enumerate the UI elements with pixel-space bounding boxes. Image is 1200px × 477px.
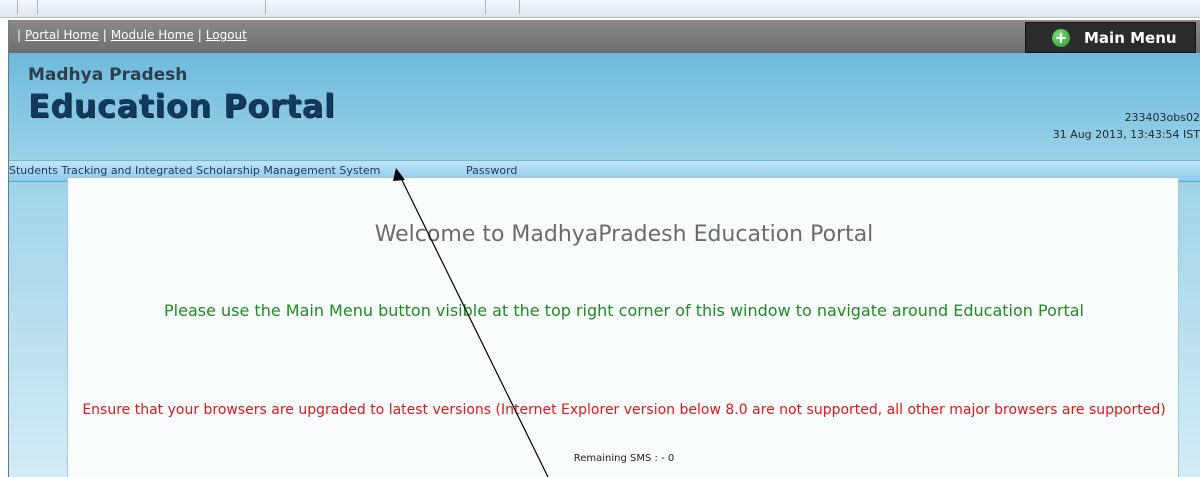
nav-separator: | [197, 28, 202, 42]
navigation-info-text: Please use the Main Menu button visible … [164, 301, 1084, 320]
main-menu-label: Main Menu [1084, 28, 1177, 47]
browser-tab-stub[interactable] [486, 0, 520, 14]
login-datetime: 31 Aug 2013, 13:43:54 IST [1052, 128, 1200, 141]
menu-item-password[interactable]: Password [466, 164, 517, 177]
remaining-sms: Remaining SMS : - 0 [573, 453, 675, 464]
user-info: 233403obs02 31 Aug 2013, 13:43:54 IST [1053, 109, 1200, 143]
main-menu-button[interactable]: Main Menu [1025, 22, 1196, 53]
portal-home-link[interactable]: Portal Home [25, 28, 99, 42]
browser-chrome [0, 0, 1200, 18]
menu-item-stism[interactable]: Students Tracking and Integrated Scholar… [9, 164, 380, 177]
browser-tab-stub[interactable] [266, 0, 486, 14]
browser-tab-stub[interactable] [18, 0, 38, 14]
user-id: 233403obs02 [1124, 111, 1200, 124]
portal-title: Education Portal [28, 87, 336, 125]
nav-separator: | [17, 28, 22, 42]
logout-link[interactable]: Logout [206, 28, 247, 42]
module-home-link[interactable]: Module Home [111, 28, 194, 42]
top-nav-links: | Portal Home | Module Home | Logout [13, 28, 247, 42]
browser-tab-stub[interactable] [38, 0, 266, 14]
browser-warning-text: Ensure that your browsers are upgraded t… [82, 402, 1166, 418]
nav-separator: | [102, 28, 107, 42]
welcome-panel: Welcome to MadhyaPradesh Education Porta… [67, 177, 1179, 477]
plus-icon [1052, 28, 1070, 47]
portal-frame: | Portal Home | Module Home | Logout Main Men… [8, 20, 1200, 477]
welcome-heading: Welcome to MadhyaPradesh Education Porta… [374, 222, 874, 247]
top-nav-bar: | Portal Home | Module Home | Logout Main Men… [9, 20, 1200, 53]
browser-tab-stub[interactable] [0, 0, 18, 14]
state-name: Madhya Pradesh [28, 65, 188, 85]
